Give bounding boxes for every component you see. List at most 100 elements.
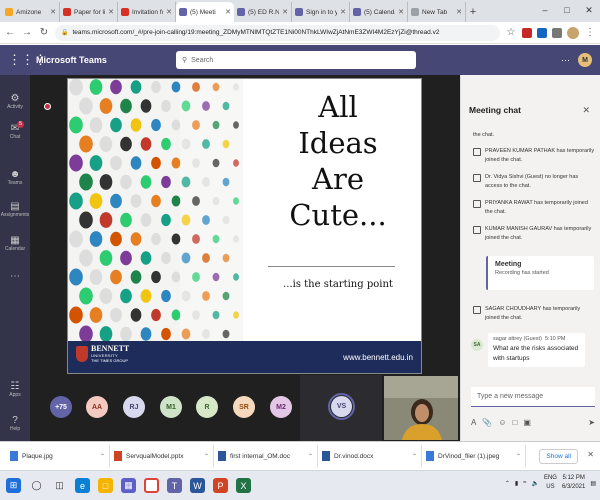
rail-item-apps[interactable]: ☷ Apps (0, 381, 30, 398)
rail-item-teams[interactable]: ☻ Teams (0, 169, 30, 186)
language-indicator[interactable]: ENG US (544, 474, 557, 492)
search-box[interactable]: ⚲ Search (176, 51, 416, 69)
download-item[interactable]: Plaque.jpg ⌃ (6, 445, 110, 467)
participant-avatar[interactable]: SR (233, 396, 255, 418)
rail-item-[interactable]: ⋯ (0, 271, 30, 282)
help-icon: ? (12, 415, 18, 426)
edge-icon[interactable]: e (75, 478, 90, 493)
excel-icon[interactable]: X (236, 478, 251, 493)
battery-icon[interactable]: ▮ (515, 480, 518, 487)
teams-taskbar-icon[interactable]: T (167, 478, 182, 493)
logo-name: BENNETT (91, 344, 130, 353)
close-chat-icon[interactable]: ✕ (582, 105, 590, 116)
more-participants-button[interactable]: +75 (50, 396, 72, 418)
close-downloads-icon[interactable]: ✕ (587, 450, 594, 459)
lock-icon: 🔒 (61, 30, 69, 36)
rail-item-chat[interactable]: ✉ Chat 5 (0, 121, 30, 140)
participant-avatar[interactable]: R (196, 396, 218, 418)
chevron-up-icon[interactable]: ⌃ (516, 453, 521, 460)
tray-chevron-icon[interactable]: ⌃ (505, 480, 510, 487)
download-item[interactable]: ServqualModel.pptx ⌃ (110, 445, 214, 467)
extension-icon[interactable] (522, 27, 532, 38)
download-item[interactable]: Dr.vinod.docx ⌃ (318, 445, 422, 467)
participant-avatar[interactable]: AA (86, 396, 108, 418)
download-item[interactable]: DrVinod_flier (1).jpeg ⌃ (422, 445, 526, 467)
file-explorer-icon[interactable]: □ (98, 478, 113, 493)
chevron-up-icon[interactable]: ⌃ (412, 453, 417, 460)
compose-message-input[interactable]: Type a new message (471, 387, 595, 407)
send-icon[interactable]: ➤ (588, 418, 595, 427)
tab-close-icon[interactable]: ✕ (398, 8, 404, 16)
rail-item-calendar[interactable]: ▦ Calendar (0, 235, 30, 252)
clock[interactable]: 5:12 PM 6/3/2021 (562, 474, 585, 492)
show-all-downloads-button[interactable]: Show all (539, 449, 578, 464)
chat-message[interactable]: SA sagar attrey (Guest) 5:10 PM What are… (471, 333, 595, 367)
browser-tab[interactable]: New Tab ✕ (408, 2, 466, 22)
tab-close-icon[interactable]: ✕ (282, 8, 288, 16)
chevron-up-icon[interactable]: ⌃ (100, 453, 105, 460)
chrome-icon[interactable] (144, 478, 159, 493)
profile-avatar[interactable] (567, 26, 579, 39)
url-field[interactable]: 🔒 teams.microsoft.com/_#/pre-join-callin… (55, 24, 500, 41)
close-window-button[interactable]: ✕ (578, 0, 600, 20)
maximize-button[interactable]: □ (556, 0, 578, 20)
event-name: PRIYANKA RAWAT (485, 200, 533, 206)
notification-icon[interactable]: ▤ (590, 480, 596, 487)
forward-button[interactable]: → (21, 27, 33, 38)
search-taskbar-icon[interactable]: ◯ (29, 478, 44, 493)
tab-close-icon[interactable]: ✕ (456, 8, 462, 16)
browser-tab[interactable]: Amizone ✕ (2, 2, 60, 22)
tab-label: New Tab (422, 8, 448, 16)
start-icon[interactable]: ⊞ (6, 478, 21, 493)
wifi-icon[interactable]: ≈ (523, 480, 526, 486)
participant-avatar[interactable]: M1 (160, 396, 182, 418)
sticker-icon[interactable]: ▣ (523, 418, 531, 427)
emoji-icon[interactable]: ☺ (498, 418, 506, 427)
rail-item-assignments[interactable]: ▤ Assignments (0, 201, 30, 218)
tab-close-icon[interactable]: ✕ (225, 8, 231, 16)
camera-video-tile[interactable] (384, 376, 458, 440)
new-tab-button[interactable]: + (466, 2, 480, 22)
extension-icon[interactable] (552, 27, 562, 38)
tab-close-icon[interactable]: ✕ (50, 8, 56, 16)
task-view-icon[interactable]: ◫ (52, 478, 67, 493)
rail-item-help[interactable]: ? Help (0, 415, 30, 432)
slide-title-line: Cute... (289, 198, 387, 232)
powerpoint-icon[interactable]: P (213, 478, 228, 493)
active-speaker-tile[interactable]: VS (300, 375, 382, 441)
tab-close-icon[interactable]: ✕ (340, 8, 346, 16)
chevron-up-icon[interactable]: ⌃ (204, 453, 209, 460)
word-icon[interactable]: W (190, 478, 205, 493)
browser-tab[interactable]: Sign in to you✕ (292, 2, 350, 22)
tab-close-icon[interactable]: ✕ (108, 8, 114, 16)
participant-avatar[interactable]: M2 (270, 396, 292, 418)
app-launcher-icon[interactable]: ⋮⋮⋮ (8, 52, 47, 68)
back-button[interactable]: ← (4, 27, 16, 38)
browser-tab[interactable]: Paper for litera✕ (60, 2, 118, 22)
meeting-recording-card[interactable]: Meeting Recording has started (486, 256, 594, 290)
browser-tab[interactable]: (5) Meeti ✕ (176, 2, 234, 22)
browser-tab[interactable]: (5) Calendar✕ (350, 2, 408, 22)
rail-item-activity[interactable]: ⚙ Activity (0, 93, 30, 110)
message-time: 5:10 PM (544, 336, 566, 342)
download-item[interactable]: first internal_OM.doc ⌃ (214, 445, 318, 467)
join-event-icon (473, 306, 481, 314)
reload-button[interactable]: ↻ (38, 27, 50, 38)
minimize-button[interactable]: – (534, 0, 556, 20)
browser-tab[interactable]: Invitation for✕ (118, 2, 176, 22)
browser-menu-icon[interactable]: ⋮ (584, 27, 596, 38)
rail-label: Chat (9, 134, 21, 140)
attach-icon[interactable]: 📎 (482, 418, 492, 427)
tab-close-icon[interactable]: ✕ (166, 8, 172, 16)
volume-icon[interactable]: 🔈 (531, 480, 538, 487)
participant-avatar[interactable]: RJ (123, 396, 145, 418)
store-icon[interactable]: ▦ (121, 478, 136, 493)
bookmark-star-icon[interactable]: ☆ (505, 27, 517, 38)
chevron-up-icon[interactable]: ⌃ (308, 453, 313, 460)
browser-tab[interactable]: (5) ED R.NO✕ (234, 2, 292, 22)
more-options-icon[interactable]: ⋯ (561, 55, 570, 66)
format-icon[interactable]: A (471, 418, 476, 427)
gif-icon[interactable]: □ (512, 418, 517, 427)
extension-icon[interactable] (537, 27, 547, 38)
user-avatar[interactable]: M (578, 53, 592, 67)
